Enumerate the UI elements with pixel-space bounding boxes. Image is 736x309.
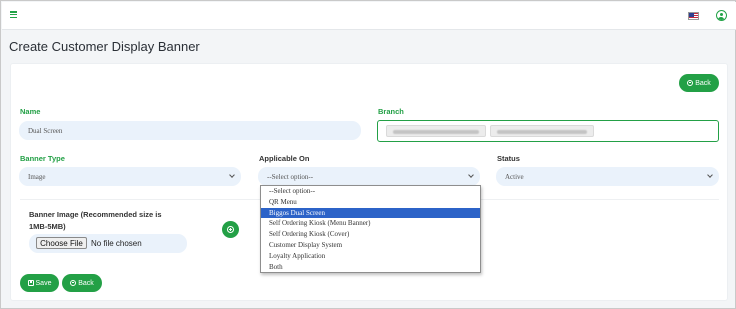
page-title: Create Customer Display Banner <box>9 39 200 54</box>
dropdown-option[interactable]: Both <box>261 262 480 273</box>
back-button-top[interactable]: Back <box>679 74 719 92</box>
branch-chip[interactable] <box>386 125 486 137</box>
dropdown-option-highlighted[interactable]: Biggos Dual Screen <box>261 207 480 219</box>
banner-type-select[interactable]: Image <box>19 167 241 186</box>
dropdown-option[interactable]: Loyalty Application <box>261 251 480 262</box>
dropdown-option[interactable]: --Select option-- <box>261 186 480 197</box>
branch-label: Branch <box>378 107 404 116</box>
save-button[interactable]: Save <box>20 274 59 292</box>
chevron-down-icon <box>229 172 235 178</box>
user-circle-icon[interactable] <box>716 10 727 21</box>
back-button-bottom-label: Back <box>78 279 94 287</box>
banner-type-label: Banner Type <box>20 154 65 163</box>
app-window: Create Customer Display Banner Back Name… <box>0 0 736 309</box>
chevron-down-icon <box>707 172 713 178</box>
name-input[interactable]: Dual Screen <box>19 121 361 140</box>
status-label: Status <box>497 154 520 163</box>
us-flag-icon[interactable] <box>688 12 699 20</box>
banner-type-value: Image <box>28 172 46 181</box>
add-image-button[interactable] <box>222 221 239 238</box>
save-button-label: Save <box>35 279 52 287</box>
dropdown-option[interactable]: Self Ordering Kiosk (Menu Banner) <box>261 218 480 229</box>
name-label: Name <box>20 107 41 116</box>
save-icon <box>27 280 34 286</box>
status-select[interactable]: Active <box>496 167 719 186</box>
applicable-on-label: Applicable On <box>259 154 310 163</box>
choose-file-button[interactable]: Choose File <box>36 237 87 249</box>
status-value: Active <box>505 172 524 181</box>
applicable-on-select[interactable]: --Select option-- <box>258 167 480 186</box>
dropdown-option[interactable]: QR Menu <box>261 197 480 208</box>
name-input-value: Dual Screen <box>28 126 63 135</box>
top-bar <box>2 2 736 30</box>
back-arrow-icon <box>687 80 694 86</box>
dropdown-option[interactable]: Customer Display System <box>261 240 480 251</box>
banner-image-label: Banner Image (Recommended size is <box>29 210 162 219</box>
hamburger-icon[interactable] <box>10 11 17 18</box>
back-button-bottom[interactable]: Back <box>62 274 102 292</box>
applicable-on-value: --Select option-- <box>267 172 314 181</box>
dropdown-option[interactable]: Self Ordering Kiosk (Cover) <box>261 229 480 240</box>
branch-chip[interactable] <box>490 125 594 137</box>
banner-image-label-size: 1MB-5MB) <box>29 222 66 231</box>
branch-multiselect[interactable] <box>377 120 719 142</box>
chevron-down-icon <box>468 172 474 178</box>
file-status-text: No file chosen <box>91 239 142 248</box>
back-arrow-icon <box>70 280 77 286</box>
back-button-top-label: Back <box>695 79 711 87</box>
applicable-on-dropdown-list: --Select option-- QR Menu Biggos Dual Sc… <box>260 185 481 273</box>
